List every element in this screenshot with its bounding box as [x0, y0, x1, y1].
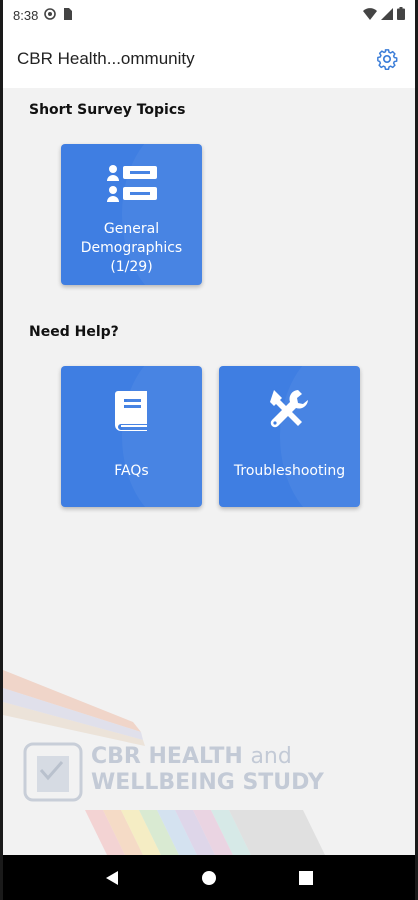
back-button[interactable]	[94, 860, 130, 896]
survey-section-title: Short Survey Topics	[29, 102, 186, 118]
troubleshooting-tile[interactable]: Troubleshooting	[219, 366, 360, 507]
battery-icon	[397, 7, 405, 23]
study-logo-text: CBR HEALTH and WELLBEING STUDY	[91, 744, 324, 795]
recents-square-icon	[299, 870, 314, 885]
app-bar: CBR Health...ommunity	[3, 30, 415, 88]
app-frame: 8:38 CBR Health...ommunity Short Survey …	[0, 0, 418, 900]
back-triangle-icon	[105, 870, 118, 885]
gear-icon	[377, 49, 398, 70]
signal-icon	[381, 7, 393, 23]
status-time: 8:38	[13, 7, 39, 23]
general-demographics-tile[interactable]: General Demographics (1/29)	[61, 144, 202, 285]
sim-card-icon	[62, 7, 73, 23]
wifi-icon	[363, 7, 377, 23]
app-title: CBR Health...ommunity	[17, 49, 195, 68]
help-section-title: Need Help?	[29, 324, 119, 340]
gear-circle-icon	[44, 7, 57, 23]
home-button[interactable]	[191, 860, 227, 896]
status-bar: 8:38	[3, 0, 415, 30]
recents-button[interactable]	[288, 860, 324, 896]
home-circle-icon	[201, 870, 216, 885]
settings-button[interactable]	[373, 45, 401, 73]
system-nav-bar	[3, 855, 415, 900]
faqs-tile[interactable]: FAQs	[61, 366, 202, 507]
